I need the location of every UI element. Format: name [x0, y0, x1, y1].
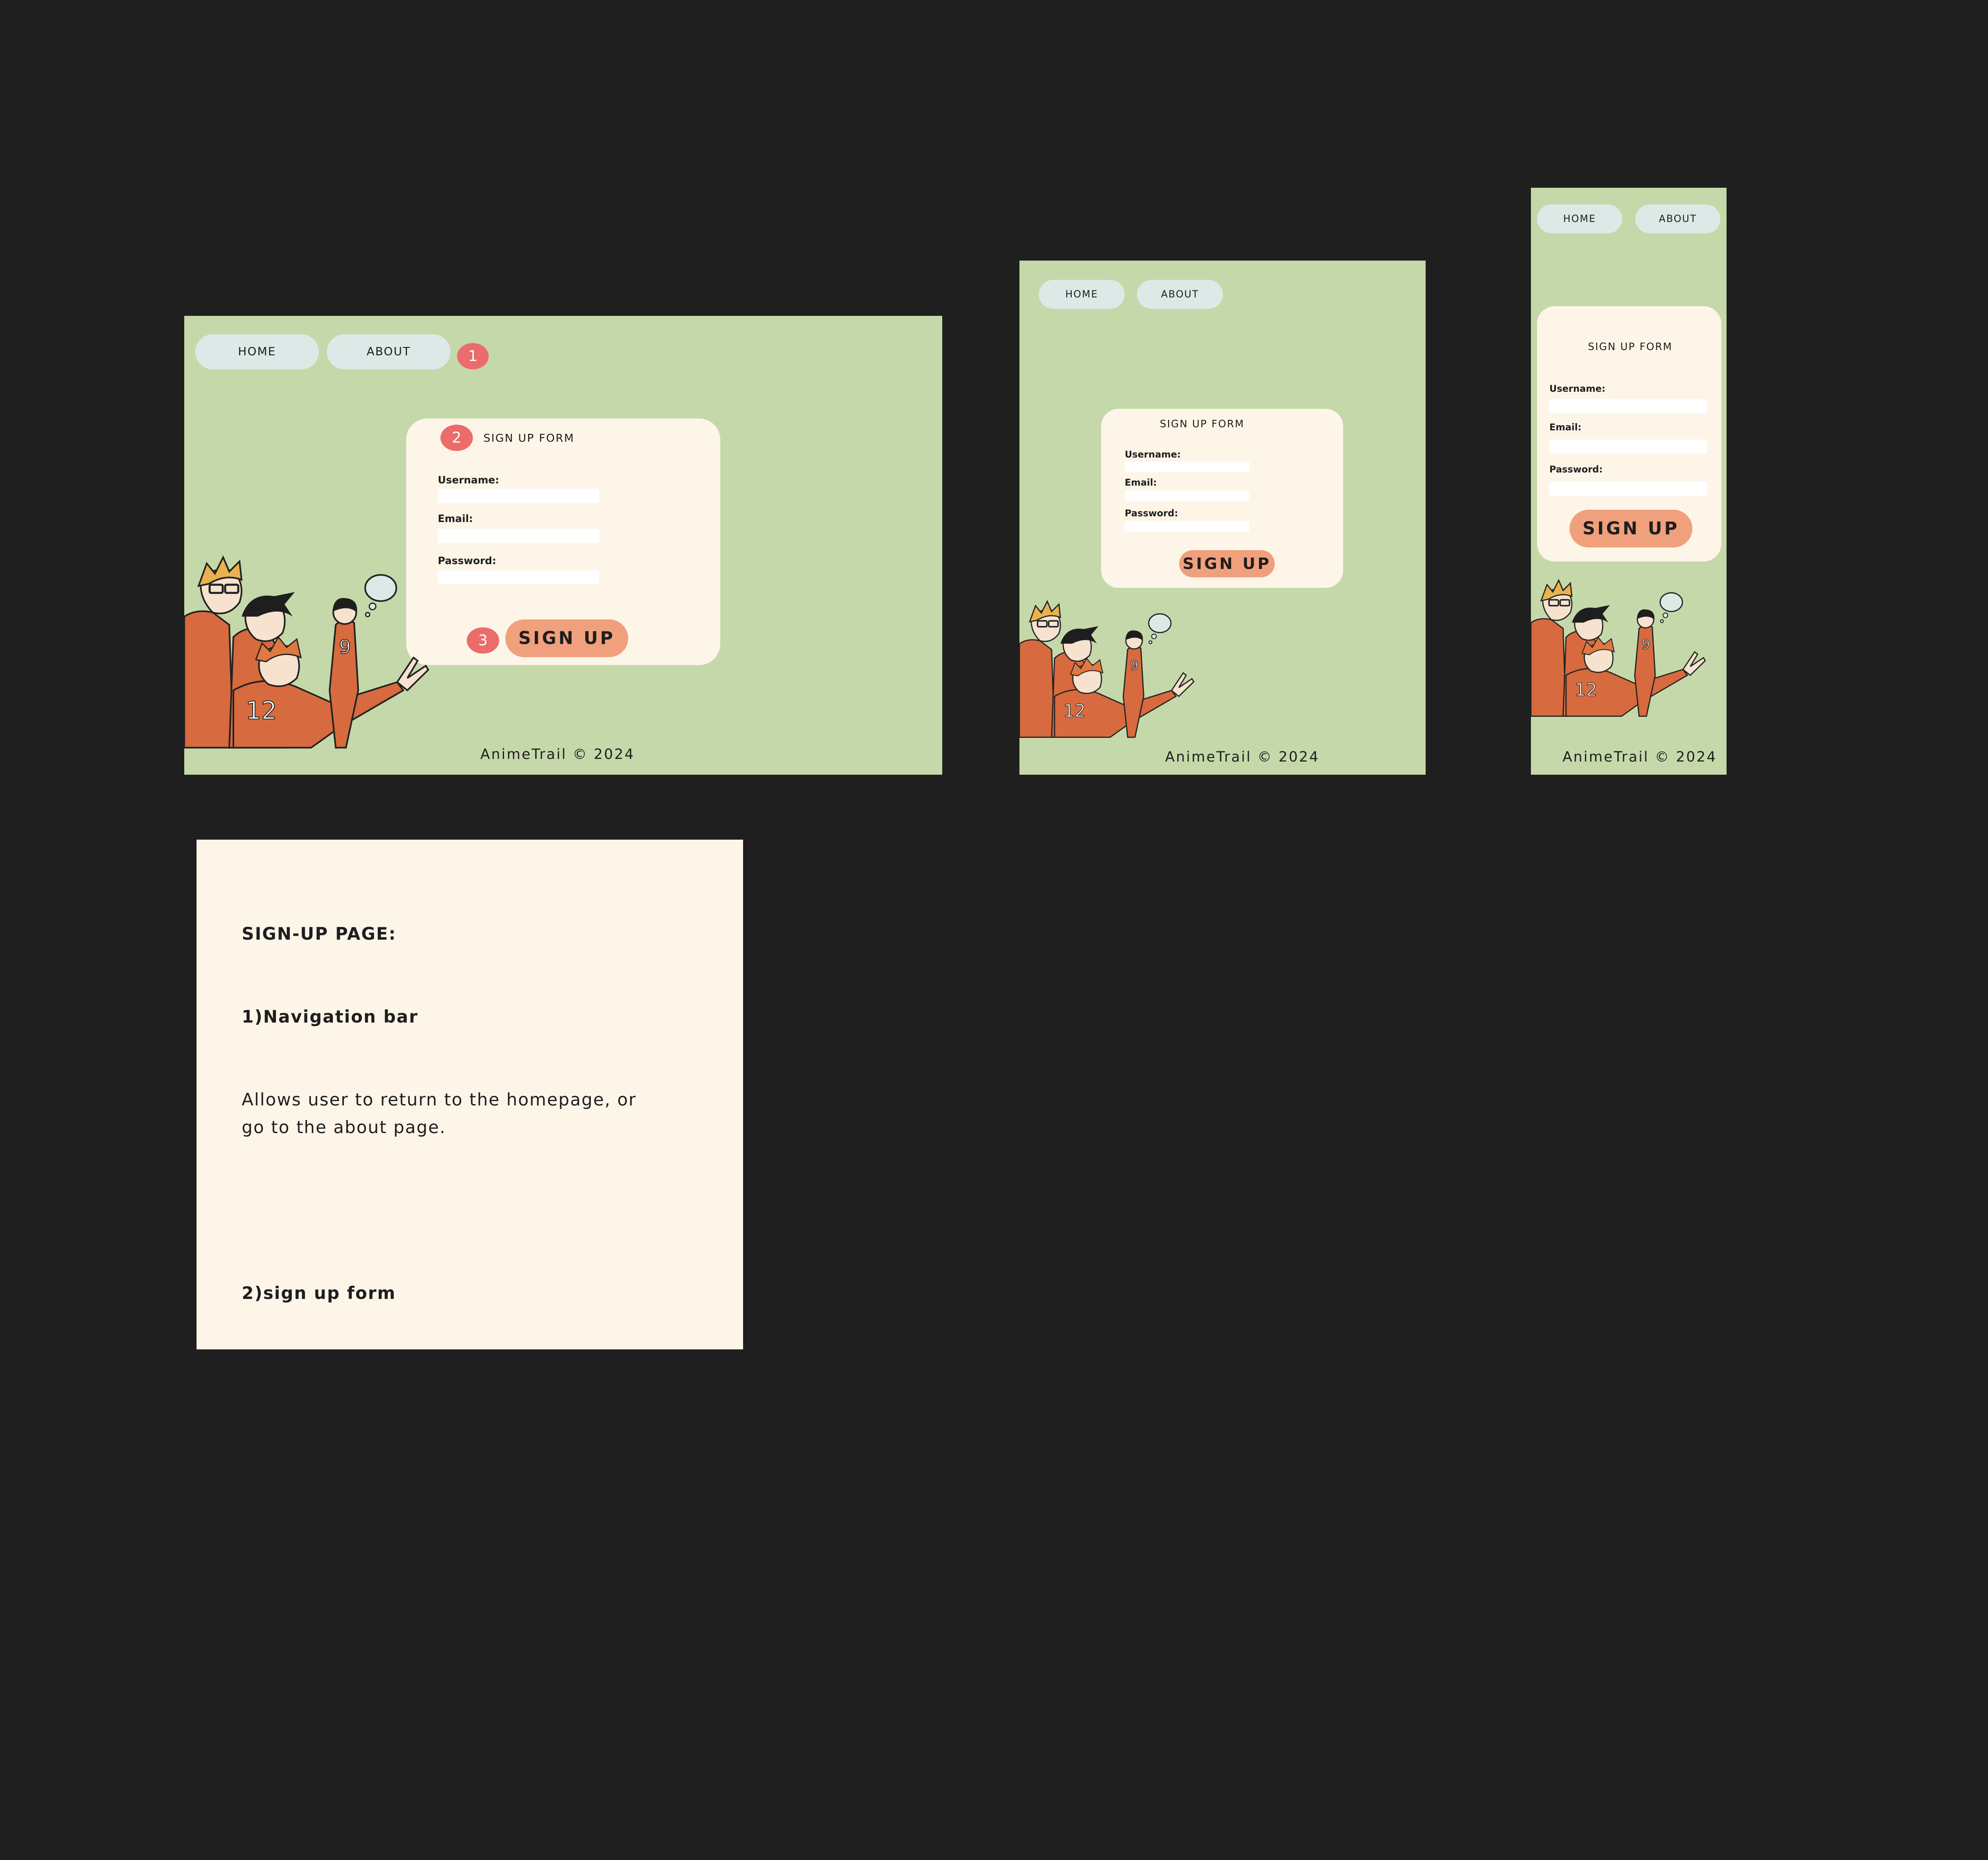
copyright-icon: ©: [1655, 748, 1670, 765]
annotation-marker-1: 1: [457, 343, 489, 369]
notes-section-body: Once the user has completed the form, af…: [242, 1670, 656, 1801]
username-label: Username:: [1549, 383, 1605, 394]
copyright-icon: ©: [572, 746, 588, 762]
password-field[interactable]: [1125, 521, 1249, 532]
signup-form-card: SIGN UP FORM Username: Email: Password: …: [1101, 409, 1343, 588]
notes-section-title: 1)Navigation bar: [242, 1007, 418, 1027]
signup-form-card: SIGN UP FORM Username: Email: Password: …: [1537, 306, 1721, 562]
password-field[interactable]: [1549, 482, 1707, 496]
email-label: Email:: [1125, 477, 1157, 488]
signup-form-card: 2 SIGN UP FORM Username: Email: Password…: [406, 418, 720, 665]
team-illustration: [184, 548, 430, 755]
signup-button[interactable]: SIGN UP: [1570, 510, 1692, 547]
nav-about-button[interactable]: ABOUT: [327, 334, 451, 369]
copyright-icon: ©: [1257, 748, 1273, 765]
tablet-frame: HOME ABOUT SIGN UP FORM Username: Email:…: [1019, 261, 1426, 775]
password-label: Password:: [1125, 508, 1178, 519]
signup-button[interactable]: SIGN UP: [1179, 550, 1275, 577]
username-label: Username:: [1125, 449, 1181, 460]
footer: AnimeTrail © 2024: [1563, 748, 1717, 765]
footer: AnimeTrail © 2024: [480, 746, 635, 762]
email-field[interactable]: [1125, 490, 1249, 501]
username-field[interactable]: [1549, 399, 1707, 413]
signup-form-title: SIGN UP FORM: [483, 432, 575, 444]
annotation-marker-3: 3: [467, 627, 499, 654]
email-field[interactable]: [438, 529, 599, 543]
annotation-marker-2: 2: [440, 425, 473, 451]
nav-about-button[interactable]: ABOUT: [1635, 204, 1720, 233]
notes-card: SIGN-UP PAGE: 1)Navigation bar Allows us…: [197, 840, 743, 1801]
mobile-frame: HOME ABOUT SIGN UP FORM Username: Email:…: [1531, 188, 1727, 775]
email-label: Email:: [438, 513, 473, 525]
nav-home-button[interactable]: HOME: [1039, 280, 1125, 309]
email-label: Email:: [1549, 422, 1582, 433]
notes-content: SIGN-UP PAGE: 1)Navigation bar Allows us…: [242, 865, 715, 1860]
password-field[interactable]: [438, 570, 599, 584]
email-field[interactable]: [1549, 440, 1707, 454]
signup-form-title: SIGN UP FORM: [1588, 341, 1673, 353]
footer-brand: AnimeTrail: [480, 746, 567, 762]
footer-year: 2024: [1676, 748, 1717, 765]
signup-button[interactable]: SIGN UP: [505, 619, 628, 657]
username-label: Username:: [438, 475, 499, 486]
footer-brand: AnimeTrail: [1165, 748, 1252, 765]
desktop-frame: HOME ABOUT 1 2 SIGN UP FORM Username: Em…: [184, 316, 942, 775]
team-illustration: [1019, 600, 1194, 738]
notes-heading: SIGN-UP PAGE:: [242, 924, 397, 944]
notes-section-body: The user will be asked to insert a valid…: [242, 1366, 640, 1442]
signup-form-title: SIGN UP FORM: [1160, 418, 1244, 430]
nav-about-button[interactable]: ABOUT: [1137, 280, 1223, 309]
nav-home-button[interactable]: HOME: [195, 334, 319, 369]
notes-section-title: 3)Sign up button: [242, 1588, 419, 1607]
team-illustration: [1531, 579, 1706, 717]
footer-brand: AnimeTrail: [1563, 748, 1649, 765]
footer-year: 2024: [1278, 748, 1320, 765]
nav-home-button[interactable]: HOME: [1537, 204, 1622, 233]
footer: AnimeTrail © 2024: [1165, 748, 1319, 765]
footer-year: 2024: [594, 746, 635, 762]
notes-section-body: Allows user to return to the homepage, o…: [242, 1090, 637, 1137]
username-field[interactable]: [438, 489, 599, 503]
password-label: Password:: [1549, 464, 1603, 475]
notes-section-title: 2)sign up form: [242, 1284, 396, 1303]
password-label: Password:: [438, 555, 497, 567]
username-field[interactable]: [1125, 461, 1249, 472]
